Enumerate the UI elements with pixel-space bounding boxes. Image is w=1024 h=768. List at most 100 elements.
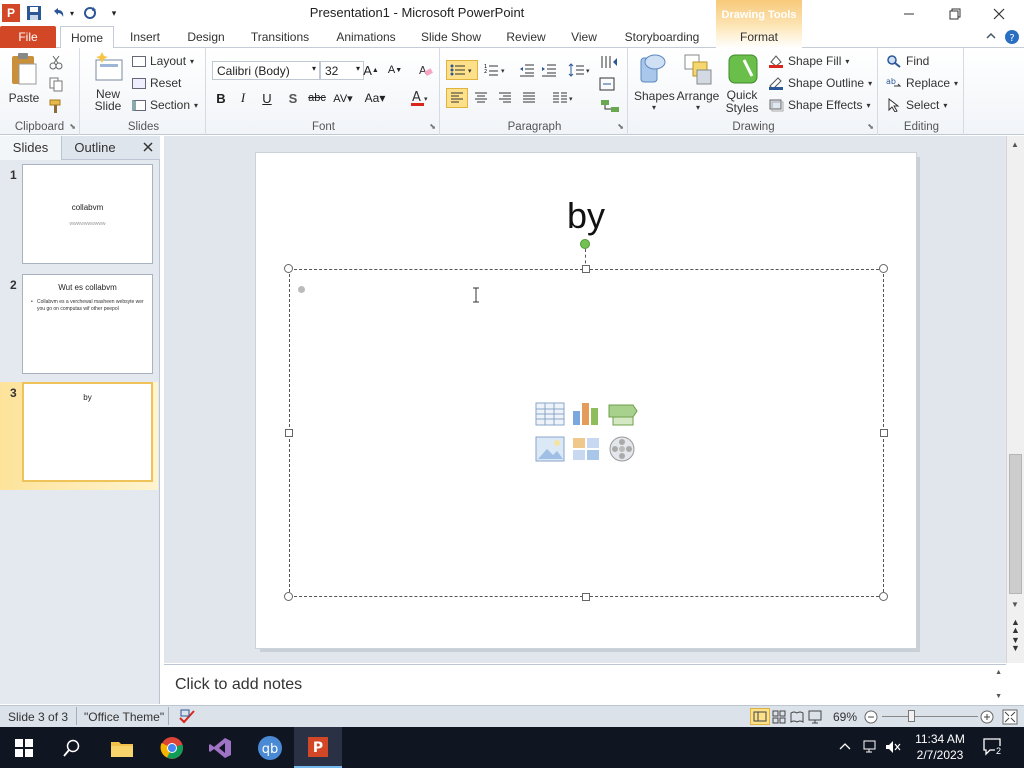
shrink-font-icon[interactable]: A ▼ [384, 60, 406, 80]
reading-view-icon[interactable] [790, 710, 804, 727]
font-launcher-icon[interactable]: ⬊ [429, 122, 436, 131]
slide-sorter-view-icon[interactable] [772, 710, 786, 727]
text-direction-icon[interactable] [596, 52, 624, 72]
align-left-icon[interactable] [446, 88, 468, 108]
reset-button[interactable]: Reset [132, 76, 181, 90]
system-clock[interactable]: 11:34 AM 2/7/2023 [910, 731, 970, 763]
cut-icon[interactable] [48, 54, 64, 73]
powerpoint-taskbar-icon[interactable]: P [294, 727, 342, 768]
tab-format[interactable]: Format [716, 26, 802, 48]
decrease-indent-icon[interactable] [516, 60, 538, 80]
italic-icon[interactable]: I [232, 88, 254, 108]
scroll-up-icon[interactable]: ▲ [1011, 140, 1019, 149]
slide-thumbnail[interactable]: collabvm wwwwwwwwww [22, 164, 153, 264]
chrome-icon[interactable] [148, 727, 196, 768]
slide-show-view-icon[interactable] [808, 710, 822, 727]
tab-outline[interactable]: Outline [64, 136, 126, 160]
shapes-button[interactable]: Shapes ▾ [634, 52, 675, 112]
clipboard-launcher-icon[interactable]: ⬊ [69, 122, 76, 131]
shape-effects-button[interactable]: Shape Effects ▾ [768, 98, 871, 112]
resize-handle-ne[interactable] [879, 264, 888, 273]
restore-button[interactable] [932, 0, 978, 28]
change-case-icon[interactable]: Aa▾ [364, 88, 386, 108]
insert-media-icon[interactable] [607, 435, 637, 466]
scroll-down-icon[interactable]: ▼ [1011, 600, 1019, 609]
qbittorrent-icon[interactable]: qb [246, 727, 294, 768]
vertical-scrollbar[interactable]: ▲ ▼ ▲ ▲ ▼ ▼ [1006, 136, 1024, 663]
resize-handle-nw[interactable] [284, 264, 293, 273]
resize-handle-se[interactable] [879, 592, 888, 601]
shape-fill-button[interactable]: Shape Fill ▾ [768, 54, 849, 68]
format-painter-icon[interactable] [48, 98, 64, 117]
align-right-icon[interactable] [494, 88, 516, 108]
resize-handle-n[interactable] [582, 265, 590, 273]
increase-indent-icon[interactable] [538, 60, 560, 80]
shape-outline-button[interactable]: Shape Outline ▾ [768, 76, 872, 90]
copy-icon[interactable] [48, 76, 64, 95]
convert-smartart-icon[interactable] [596, 96, 624, 116]
resize-handle-s[interactable] [582, 593, 590, 601]
font-size-combo[interactable]: 32 ▾ [320, 61, 364, 80]
tab-slide-show[interactable]: Slide Show [416, 26, 486, 48]
tab-view[interactable]: View [564, 26, 604, 48]
slide-canvas[interactable]: by [256, 153, 916, 648]
resize-handle-e[interactable] [880, 429, 888, 437]
align-text-icon[interactable] [596, 74, 624, 94]
zoom-out-icon[interactable] [864, 710, 878, 727]
tab-slides[interactable]: Slides [0, 136, 62, 160]
notifications-button[interactable]: 2 [982, 737, 1004, 757]
slide-thumbnail-row[interactable]: 1 collabvm wwwwwwwwww [0, 164, 158, 272]
show-hidden-icons-icon[interactable] [838, 740, 852, 755]
zoom-slider-thumb[interactable] [908, 710, 915, 722]
insert-clip-art-icon[interactable] [571, 435, 601, 466]
close-panel-icon[interactable] [142, 141, 154, 156]
theme-name[interactable]: "Office Theme" [84, 710, 164, 724]
insert-table-icon[interactable] [535, 401, 565, 430]
font-name-combo[interactable]: Calibri (Body) ▾ [212, 61, 320, 80]
character-spacing-icon[interactable]: AV▾ [332, 88, 354, 108]
bold-icon[interactable]: B [210, 88, 232, 108]
tab-animations[interactable]: Animations [330, 26, 402, 48]
grow-font-icon[interactable]: A ▲ [360, 60, 382, 80]
drawing-launcher-icon[interactable]: ⬊ [867, 122, 874, 131]
notes-scroll-up-icon[interactable]: ▲ [995, 669, 1002, 676]
normal-view-icon[interactable] [750, 708, 770, 725]
section-button[interactable]: Section ▾ [132, 98, 198, 112]
select-button[interactable]: Select ▾ [886, 98, 947, 112]
layout-button[interactable]: Layout ▾ [132, 54, 194, 68]
slide-title[interactable]: by [256, 195, 916, 237]
paragraph-launcher-icon[interactable]: ⬊ [617, 122, 624, 131]
resize-handle-w[interactable] [285, 429, 293, 437]
notes-pane[interactable]: Click to add notes ▲ ▼ [164, 664, 1006, 704]
bullets-button[interactable]: ▾ [446, 60, 478, 80]
paste-button[interactable]: Paste [6, 52, 42, 105]
numbering-icon[interactable]: 1 2 ▾ [482, 60, 510, 80]
content-placeholder[interactable] [289, 269, 884, 597]
slide-thumbnail[interactable]: Wut es collabvm • Collabvm es a verchewa… [22, 274, 153, 374]
tab-insert[interactable]: Insert [120, 26, 170, 48]
slide-thumbnail[interactable]: by [22, 382, 153, 482]
zoom-slider-track[interactable] [882, 716, 978, 717]
line-spacing-icon[interactable]: ▾ [566, 60, 594, 80]
zoom-in-icon[interactable] [980, 710, 994, 727]
scroll-thumb[interactable] [1009, 454, 1022, 594]
file-explorer-icon[interactable] [98, 727, 146, 768]
insert-picture-icon[interactable] [535, 435, 565, 466]
slide-thumbnail-row-selected[interactable]: 3 by [0, 382, 158, 490]
clear-formatting-icon[interactable]: A [414, 60, 436, 80]
resize-handle-sw[interactable] [284, 592, 293, 601]
insert-smartart-icon[interactable] [607, 401, 639, 430]
new-slide-button[interactable]: New Slide [88, 52, 128, 112]
search-icon[interactable] [48, 727, 96, 768]
find-button[interactable]: Find [886, 54, 929, 68]
volume-muted-icon[interactable] [884, 739, 902, 758]
tab-file[interactable]: File [0, 26, 56, 48]
replace-button[interactable]: ab Replace ▾ [886, 76, 958, 90]
zoom-level[interactable]: 69% [833, 710, 857, 724]
minimize-ribbon-icon[interactable] [984, 29, 1000, 45]
tab-transitions[interactable]: Transitions [244, 26, 316, 48]
visual-studio-icon[interactable] [196, 727, 244, 768]
tab-home[interactable]: Home [60, 26, 114, 49]
tab-storyboarding[interactable]: Storyboarding [618, 26, 706, 48]
columns-icon[interactable]: ▾ [550, 88, 578, 108]
